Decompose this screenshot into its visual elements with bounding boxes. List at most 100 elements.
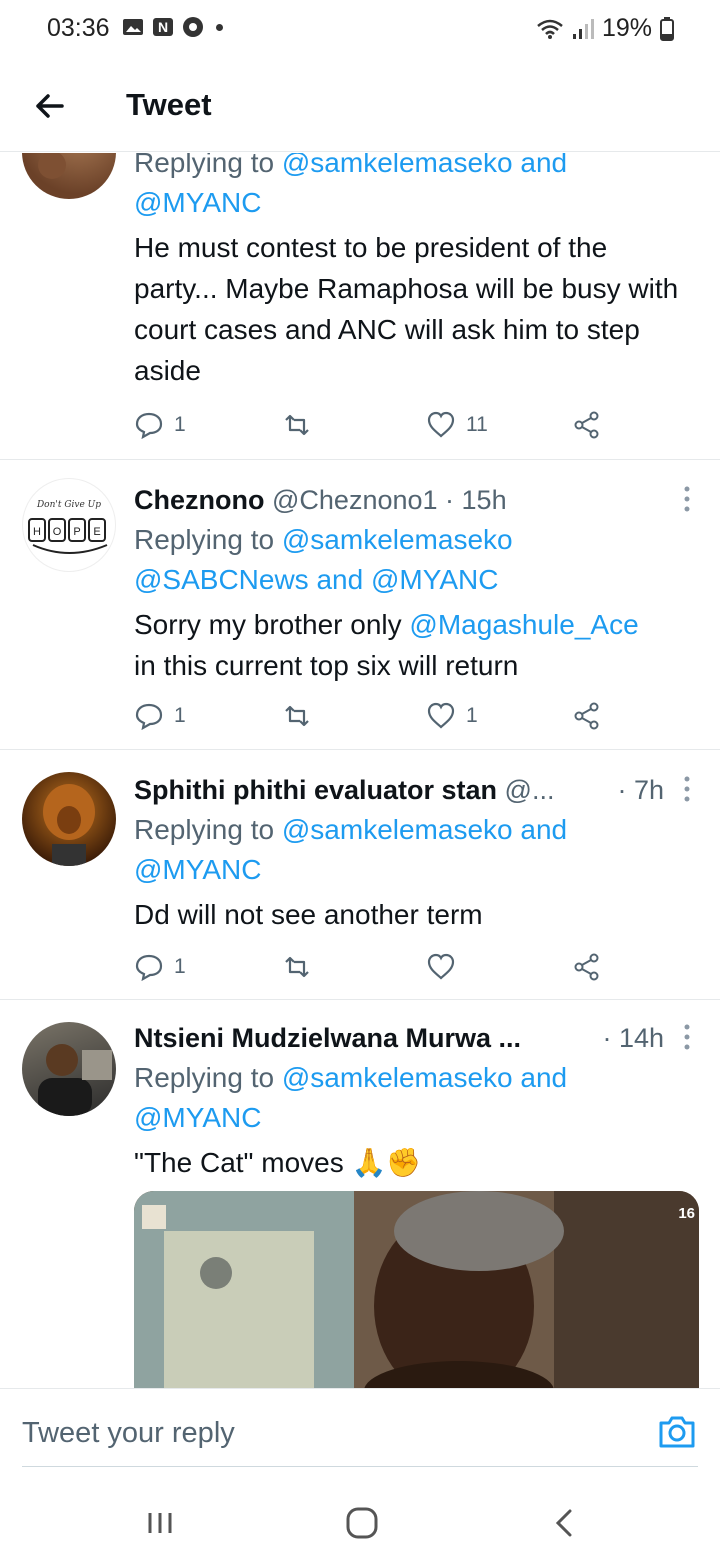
avatar[interactable] (22, 1022, 116, 1116)
tweet-header: Ntsieni Mudzielwana Murwa ... · 14h (134, 1018, 698, 1058)
tweet-time: · 15h (445, 485, 507, 515)
reply-and: and (520, 814, 568, 845)
page-title: Tweet (126, 87, 212, 122)
share-icon (574, 702, 599, 730)
tweet-text: Sorry my brother only @Magashule_Ace in … (134, 604, 698, 686)
mention-link[interactable]: @samkelemaseko (282, 524, 513, 555)
like-button[interactable]: 11 (426, 405, 488, 445)
author-handle[interactable]: @... (505, 775, 555, 805)
replying-to: Replying to @samkelemaseko and @MYANC (134, 1058, 698, 1138)
status-right: 19% (536, 14, 674, 43)
reply-composer: Tweet your reply (0, 1388, 720, 1483)
age-rating-badge: 16 (678, 1205, 695, 1222)
mention-link[interactable]: @MYANC (134, 1102, 261, 1133)
reply-input[interactable]: Tweet your reply (22, 1417, 235, 1450)
svg-text:H: H (33, 526, 41, 538)
tweet-body: Replying to @samkelemaseko and @MYANC He… (134, 153, 698, 391)
reply-button[interactable]: 1 (134, 696, 186, 736)
author-name[interactable]: Sphithi phithi evaluator stan (134, 775, 497, 805)
reply-icon (135, 954, 163, 982)
tweet-item[interactable]: Don't Give Up H O P E Cheznono @Cheznono… (0, 460, 720, 750)
n-icon: N (153, 18, 173, 36)
home-icon[interactable] (342, 1503, 382, 1543)
avatar[interactable] (22, 153, 116, 199)
replying-to: Replying to @samkelemaseko @SABCNews and… (134, 520, 698, 600)
avatar[interactable] (22, 772, 116, 866)
tweet-text: "The Cat" moves 🙏✊ (134, 1142, 698, 1183)
retweet-icon (285, 414, 309, 436)
reply-feed[interactable]: Replying to @samkelemaseko and @MYANC He… (0, 153, 720, 1388)
retweet-icon (285, 705, 309, 727)
mention-link[interactable]: @samkelemaseko (282, 1062, 513, 1093)
battery-percent: 19% (601, 14, 652, 42)
share-button[interactable] (572, 947, 602, 987)
author-name[interactable]: Cheznono (134, 485, 264, 515)
more-options-icon[interactable] (682, 774, 692, 804)
tweet-media-image[interactable]: 16 (134, 1191, 699, 1388)
tweet-actions: 1 (134, 947, 604, 987)
tweet-header: Sphithi phithi evaluator stan @... · 7h (134, 770, 698, 810)
tweet-item[interactable]: Sphithi phithi evaluator stan @... · 7h … (0, 750, 720, 1000)
like-button[interactable] (426, 947, 456, 987)
top-app-bar: Tweet (0, 60, 720, 152)
tweet-text-part: in this current top six will return (134, 650, 519, 681)
reply-button[interactable]: 1 (134, 405, 186, 445)
emoji: 🙏✊ (351, 1147, 422, 1178)
more-options-icon[interactable] (682, 484, 692, 514)
tweet-actions: 1 11 (134, 405, 604, 445)
svg-text:Don't Give Up: Don't Give Up (36, 500, 101, 510)
author-handle[interactable]: @Cheznono1 (272, 485, 438, 515)
avatar[interactable]: Don't Give Up H O P E (22, 478, 116, 572)
tweet-time: · 14h (602, 1023, 664, 1053)
gallery-icon (123, 19, 143, 35)
battery-icon (660, 16, 674, 41)
share-button[interactable] (572, 696, 602, 736)
tweet-item[interactable]: Replying to @samkelemaseko and @MYANC He… (0, 153, 720, 460)
tweet-text-part: "The Cat" moves (134, 1147, 344, 1178)
reply-button[interactable]: 1 (134, 947, 186, 987)
arrow-left-icon[interactable] (28, 84, 72, 128)
heart-icon (427, 411, 455, 438)
tweet-body: Cheznono @Cheznono1 · 15h Replying to @s… (134, 480, 698, 686)
reply-count: 1 (174, 704, 186, 727)
signal-icon (572, 18, 594, 39)
svg-text:P: P (73, 526, 80, 538)
back-nav-icon[interactable] (544, 1503, 584, 1543)
mention-link[interactable]: @samkelemaseko (282, 153, 513, 178)
mention-link[interactable]: @MYANC (134, 854, 261, 885)
mention-link[interactable]: @MYANC (134, 187, 261, 218)
tweet-time: · 7h (617, 775, 664, 805)
recent-apps-icon[interactable] (140, 1503, 180, 1543)
mention-link[interactable]: @Magashule_Ace (409, 609, 638, 640)
reply-icon (135, 412, 163, 440)
share-button[interactable] (572, 405, 602, 445)
replying-to-label: Replying to (134, 153, 275, 178)
svg-text:E: E (93, 526, 100, 538)
camera-icon[interactable] (656, 1411, 698, 1453)
tweet-body: Ntsieni Mudzielwana Murwa ... · 14h Repl… (134, 1018, 698, 1183)
share-icon (574, 411, 599, 439)
replying-to: Replying to @samkelemaseko and @MYANC (134, 810, 698, 890)
status-bar: 03:36 N 19% (0, 0, 720, 60)
heart-icon (427, 953, 455, 980)
reply-icon (135, 703, 163, 731)
retweet-button[interactable] (282, 947, 312, 987)
author-name[interactable]: Ntsieni Mudzielwana Murwa ... (134, 1023, 521, 1053)
more-options-icon[interactable] (682, 1022, 692, 1052)
replying-to-label: Replying to (134, 814, 275, 845)
reply-divider (22, 1466, 698, 1467)
replying-to-label: Replying to (134, 524, 275, 555)
like-count: 1 (466, 704, 478, 727)
tweet-item[interactable]: Ntsieni Mudzielwana Murwa ... · 14h Repl… (0, 1000, 720, 1388)
retweet-button[interactable] (282, 696, 312, 736)
dot-icon (216, 23, 223, 31)
mention-link[interactable]: @MYANC (371, 564, 498, 595)
like-button[interactable]: 1 (426, 696, 478, 736)
tweet-text: Dd will not see another term (134, 899, 483, 930)
mention-link[interactable]: @samkelemaseko (282, 814, 513, 845)
heart-icon (427, 702, 455, 729)
mention-link[interactable]: @SABCNews (134, 564, 309, 595)
tweet-body: Sphithi phithi evaluator stan @... · 7h … (134, 770, 698, 935)
retweet-button[interactable] (282, 405, 312, 445)
like-count: 11 (466, 413, 488, 436)
